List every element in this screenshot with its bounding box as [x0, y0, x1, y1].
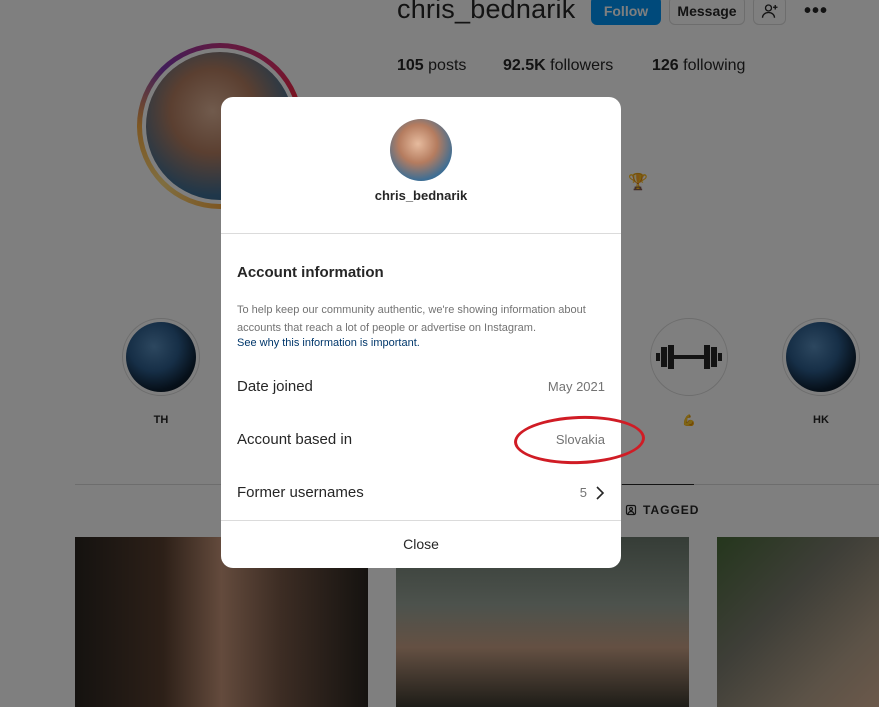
date-joined-row: Date joined May 2021 — [237, 378, 605, 395]
close-button[interactable]: Close — [221, 520, 621, 568]
row-value: May 2021 — [547, 379, 605, 394]
dialog-avatar — [390, 119, 452, 181]
why-info-link[interactable]: See why this information is important. — [237, 337, 420, 349]
dialog-username: chris_bednarik — [374, 188, 468, 203]
row-label: Account based in — [237, 431, 353, 448]
chevron-right-icon — [596, 485, 605, 500]
dialog-heading: Account information — [237, 264, 384, 281]
former-usernames-row[interactable]: Former usernames 5 — [237, 484, 605, 501]
row-value: 5 — [579, 485, 587, 500]
dialog-divider — [221, 233, 621, 234]
account-info-dialog: chris_bednarik Account information To he… — [221, 97, 621, 568]
row-label: Former usernames — [237, 484, 364, 501]
row-label: Date joined — [237, 378, 313, 395]
dialog-description: To help keep our community authentic, we… — [237, 304, 586, 334]
